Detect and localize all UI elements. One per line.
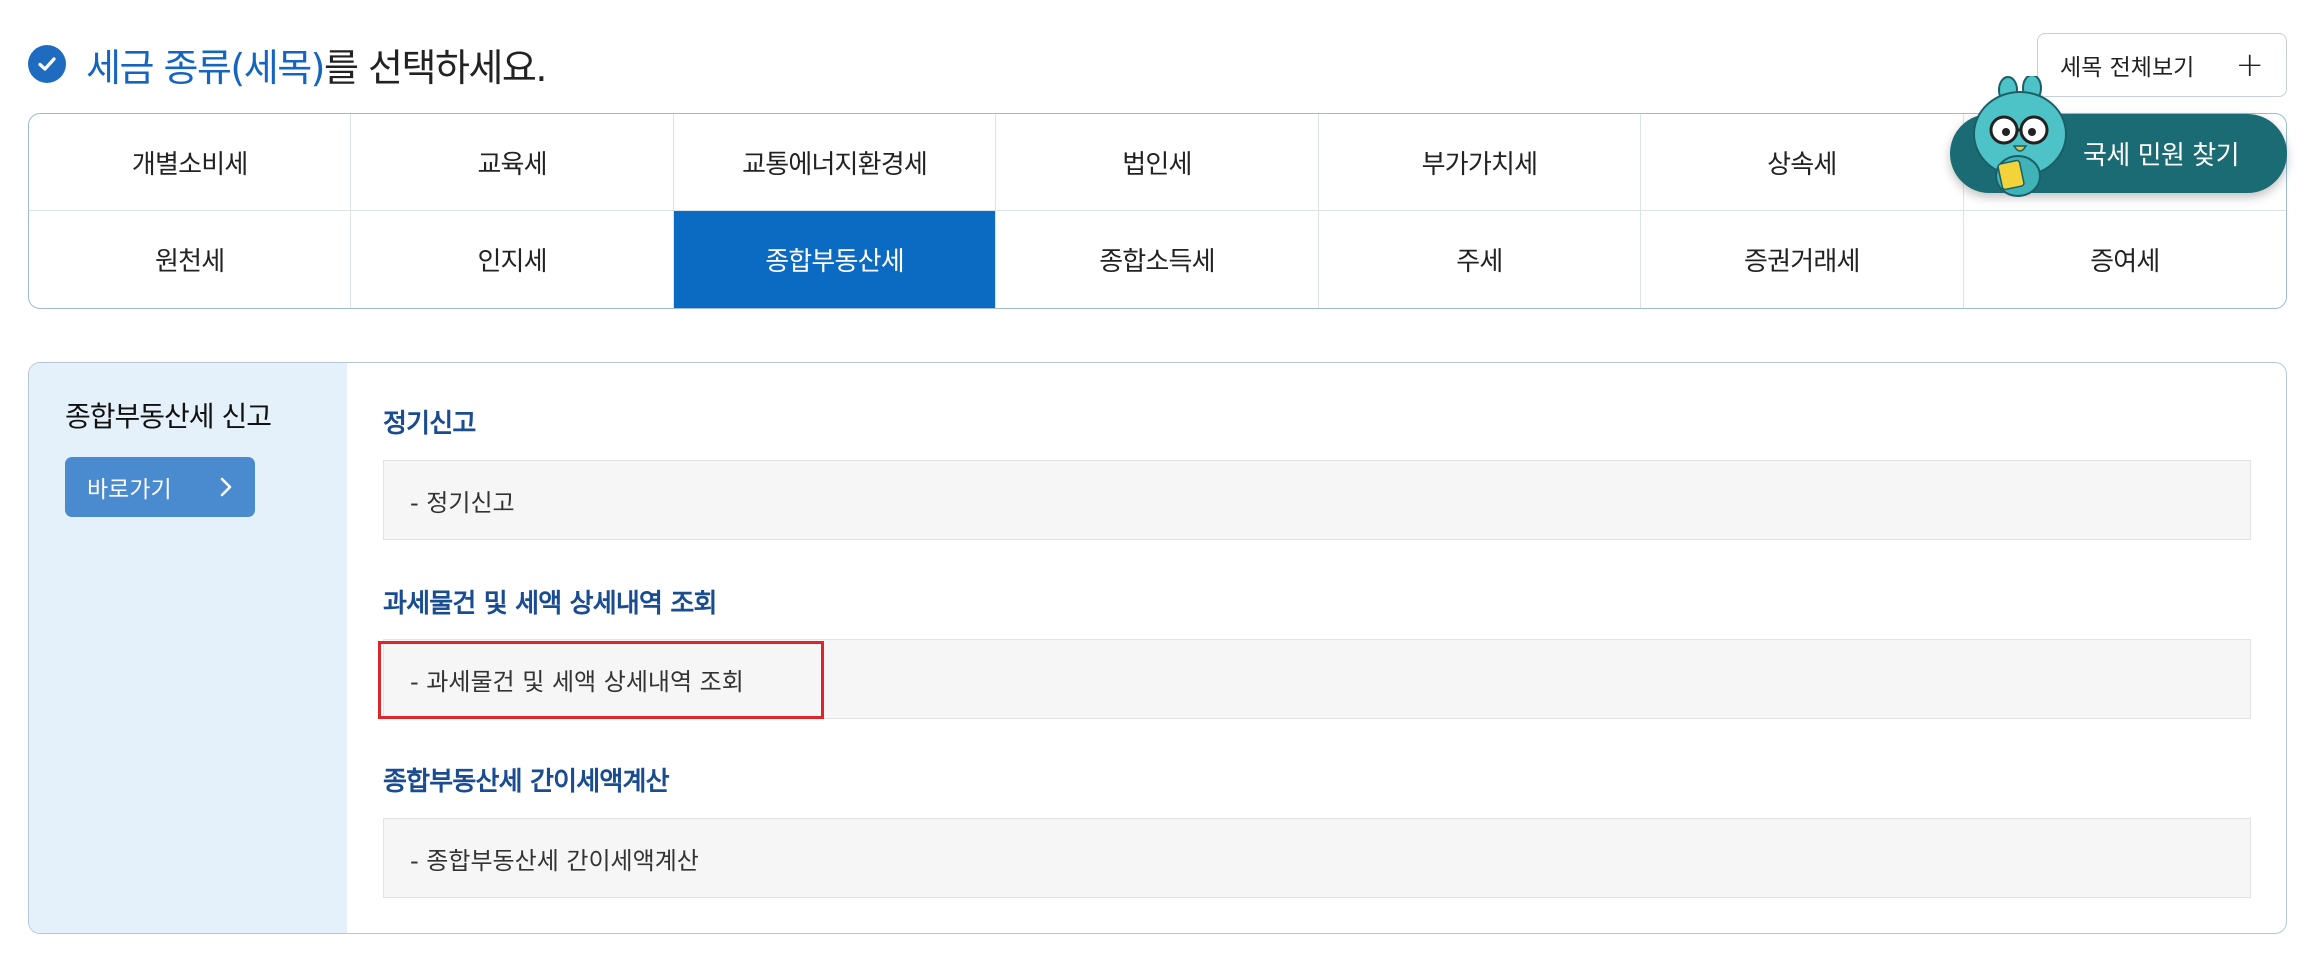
panel-side-title: 종합부동산세 신고 [65, 400, 272, 433]
tab-tax-7[interactable]: 원천세 [29, 211, 352, 308]
tab-tax-9-active[interactable]: 종합부동산세 [673, 211, 997, 308]
tax-detail-panel: 종합부동산세 신고 바로가기 정기신고 - 정기신고 과세물건 및 세액 상세내… [28, 362, 2287, 934]
heading-rest: 를 선택하세요. [324, 45, 547, 90]
tab-tax-3[interactable]: 법인세 [996, 114, 1319, 211]
panel-sidebar: 종합부동산세 신고 바로가기 [29, 363, 347, 933]
tab-tax-12[interactable]: 증권거래세 [1641, 211, 1964, 308]
tab-tax-2[interactable]: 교통에너지환경세 [673, 114, 997, 211]
tab-tax-1[interactable]: 교육세 [351, 114, 674, 211]
chevron-right-icon [220, 477, 232, 497]
plus-icon: + [2235, 45, 2265, 85]
section-title-simple-tax-calculation: 종합부동산세 간이세액계산 [383, 767, 670, 797]
highlight-annotation [378, 641, 824, 719]
section-title-regular-filing: 정기신고 [383, 409, 476, 439]
tab-tax-11[interactable]: 주세 [1319, 211, 1642, 308]
shortcut-label: 바로가기 [87, 477, 172, 503]
tab-tax-10[interactable]: 종합소득세 [996, 211, 1319, 308]
page-heading: 세금 종류(세목)를 선택하세요. [28, 36, 547, 92]
heading-highlight: 세금 종류(세목) [86, 45, 326, 90]
tab-tax-5[interactable]: 상속세 [1641, 114, 1964, 211]
link-regular-filing[interactable]: - 정기신고 [383, 460, 2251, 540]
tab-tax-8[interactable]: 인지세 [351, 211, 674, 308]
tab-tax-4[interactable]: 부가가치세 [1318, 114, 1642, 211]
tax-type-grid: 개별소비세 교육세 교통에너지환경세 법인세 부가가치세 상속세 원천세 인지세… [28, 113, 2287, 309]
link-simple-tax-calculation[interactable]: - 종합부동산세 간이세액계산 [383, 818, 2251, 898]
section-title-taxable-items-inquiry: 과세물건 및 세액 상세내역 조회 [383, 589, 717, 619]
tab-tax-0[interactable]: 개별소비세 [29, 114, 352, 211]
tax-service-finder-label: 국세 민원 찾기 [2083, 141, 2240, 171]
mascot-icon [1973, 76, 2067, 197]
heading-text: 세금 종류(세목)를 선택하세요. [86, 37, 547, 92]
check-circle-icon [28, 45, 66, 83]
shortcut-button[interactable]: 바로가기 [65, 457, 255, 517]
view-all-label: 세목 전체보기 [2060, 55, 2195, 81]
tab-tax-13[interactable]: 증여세 [1964, 211, 2286, 308]
